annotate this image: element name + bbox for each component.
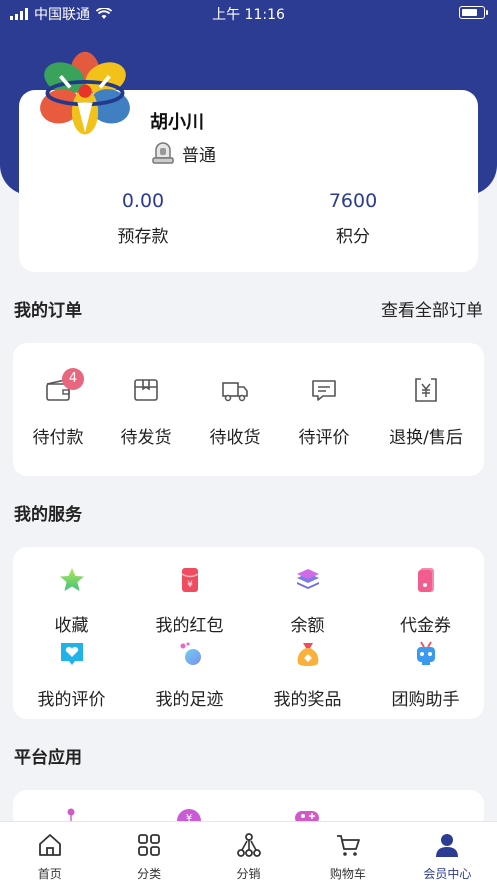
service-voucher[interactable]: 代金券 <box>367 565 484 636</box>
tab-bar: 首页 分类 分销 购物车 会员中心 <box>0 821 497 883</box>
service-footprint[interactable]: 我的足迹 <box>131 639 248 710</box>
battery-fill <box>462 9 478 16</box>
cart-icon <box>336 835 360 856</box>
service-my-reviews[interactable]: 我的评价 <box>13 639 130 710</box>
service-favorites[interactable]: 收藏 <box>13 565 130 636</box>
user-name: 胡小川 <box>150 112 204 133</box>
service-footprint-label: 我的足迹 <box>155 690 224 710</box>
service-voucher-label: 代金券 <box>400 616 451 636</box>
tab-category[interactable]: 分类 <box>99 822 198 883</box>
orders-title: 我的订单 <box>14 301 82 321</box>
tab-distribution-label: 分销 <box>236 867 261 881</box>
order-after-sales-label: 退换/售后 <box>389 428 463 448</box>
service-red-packet-label: 我的红包 <box>155 616 224 636</box>
platform-title: 平台应用 <box>14 748 82 768</box>
box-icon <box>134 379 158 401</box>
home-icon <box>38 834 61 856</box>
tab-home[interactable]: 首页 <box>0 822 99 883</box>
prize-bag-icon <box>297 643 318 666</box>
services-card: 收藏 ¥ 我的红包 余额 代金券 我的评价 我的足迹 我的奖品 团购助手 <box>13 547 484 719</box>
stat-points-value: 7600 <box>328 190 378 212</box>
star-icon <box>59 568 84 591</box>
tab-distribution[interactable]: 分销 <box>199 822 298 883</box>
stat-points-label: 积分 <box>336 227 370 247</box>
service-group-buy-assistant-label: 团购助手 <box>391 690 460 710</box>
robot-icon <box>416 641 435 665</box>
red-packet-icon: ¥ <box>181 568 198 592</box>
comment-icon <box>312 380 336 401</box>
layers-icon <box>296 569 319 589</box>
status-bar: 中国联通 上午 11:16 <box>0 0 497 26</box>
platform-app-icon-2[interactable]: ¥ <box>176 808 202 822</box>
service-my-reviews-label: 我的评价 <box>37 690 106 710</box>
view-all-orders-link[interactable]: 查看全部订单 <box>381 296 483 321</box>
truck-icon <box>222 382 248 402</box>
platform-app-icon-3[interactable] <box>294 808 320 822</box>
services-title: 我的服务 <box>14 505 82 525</box>
order-pending-receipt[interactable]: 待收货 <box>188 375 282 448</box>
heart-bubble-icon <box>60 643 83 665</box>
order-pending-payment-label: 待付款 <box>32 428 84 448</box>
share-network-icon <box>236 833 261 857</box>
tab-member-center[interactable]: 会员中心 <box>398 822 497 883</box>
service-my-prizes[interactable]: 我的奖品 <box>249 639 366 710</box>
order-pending-receipt-label: 待收货 <box>209 428 261 448</box>
platform-app-icon-1[interactable] <box>63 808 79 822</box>
member-level[interactable]: 普通 <box>150 140 216 166</box>
service-red-packet[interactable]: ¥ 我的红包 <box>131 565 248 636</box>
yen-return-icon <box>415 378 437 402</box>
member-level-label: 普通 <box>182 145 216 166</box>
stat-prepaid[interactable]: 0.00 预存款 <box>68 190 218 247</box>
service-favorites-label: 收藏 <box>54 616 89 636</box>
service-balance[interactable]: 余额 <box>249 565 366 636</box>
order-pending-shipment-label: 待发货 <box>120 428 172 448</box>
user-icon <box>436 834 459 857</box>
tab-home-label: 首页 <box>37 867 62 881</box>
grid-icon <box>138 834 161 856</box>
stat-points[interactable]: 7600 积分 <box>278 190 428 247</box>
order-pending-review-label: 待评价 <box>298 428 350 448</box>
avatar[interactable] <box>38 48 132 142</box>
stat-prepaid-value: 0.00 <box>121 190 165 212</box>
stat-prepaid-label: 预存款 <box>117 227 169 247</box>
order-pending-shipment[interactable]: 待发货 <box>99 375 193 448</box>
status-time: 上午 11:16 <box>212 7 285 23</box>
tab-cart-label: 购物车 <box>329 867 366 881</box>
order-pending-payment[interactable]: 待付款 <box>11 375 105 448</box>
service-balance-label: 余额 <box>290 616 325 636</box>
orders-card: 待付款 待发货 待收货 待评价 退换/售后 <box>13 343 484 476</box>
battery-icon <box>459 6 488 19</box>
tab-category-label: 分类 <box>137 867 162 881</box>
order-after-sales[interactable]: 退换/售后 <box>372 375 480 448</box>
footprint-icon <box>180 642 201 665</box>
tab-cart[interactable]: 购物车 <box>298 822 397 883</box>
service-group-buy-assistant[interactable]: 团购助手 <box>367 639 484 710</box>
level-badge-icon <box>152 142 174 164</box>
voucher-icon <box>417 568 434 592</box>
svg-text:¥: ¥ <box>187 580 193 590</box>
pending-payment-badge: 4 <box>62 368 84 390</box>
service-my-prizes-label: 我的奖品 <box>273 690 342 710</box>
order-pending-review[interactable]: 待评价 <box>277 375 371 448</box>
tab-member-center-label: 会员中心 <box>423 867 472 881</box>
